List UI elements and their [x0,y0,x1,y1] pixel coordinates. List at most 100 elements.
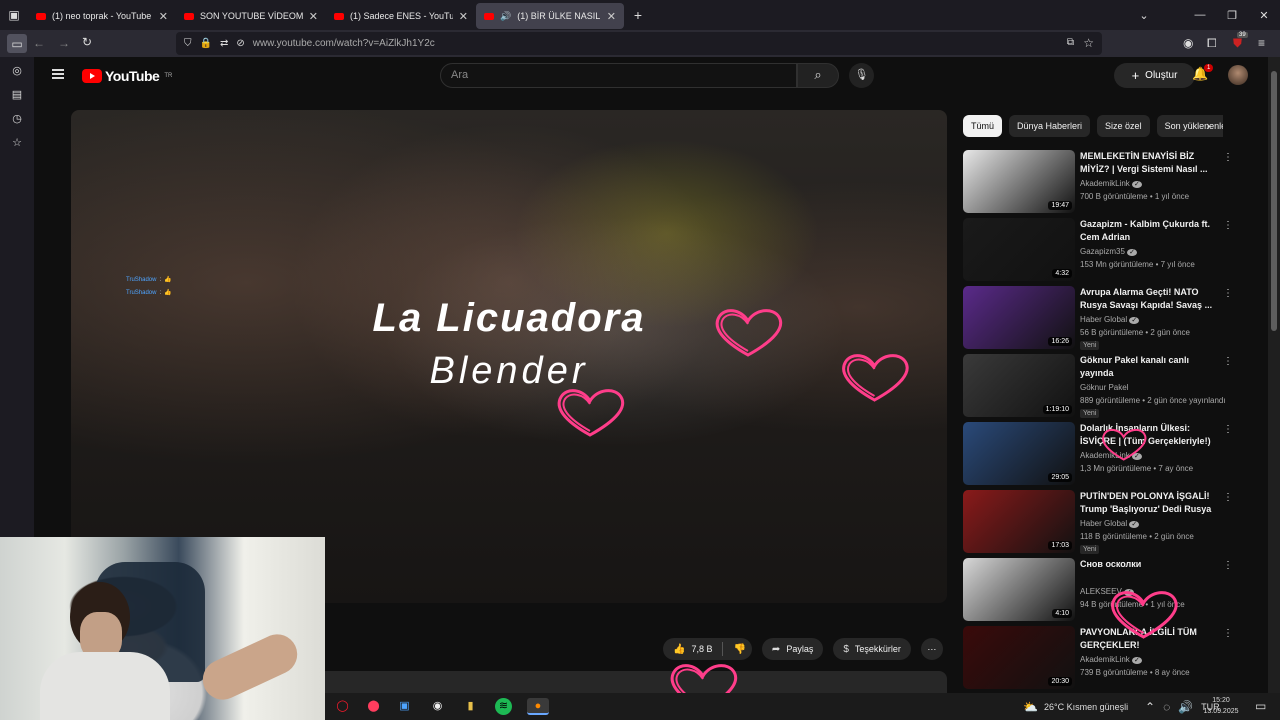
recommendation-card[interactable]: 4:10 Снов осколки ALEKSEEV ✓ 94 B görüntüle… [963,558,1233,621]
chip-recent[interactable]: Son yüklenenler [1156,115,1223,137]
thumbs-down-icon[interactable]: 👎 [733,644,745,655]
ai-chatbot-icon[interactable]: ◎ [7,63,27,77]
more-vertical-icon[interactable]: ⋮ [1223,628,1233,639]
channel-name[interactable]: Gazapizm35 ✓ [1080,247,1138,256]
reload-icon[interactable]: ↻ [82,35,92,49]
more-vertical-icon[interactable]: ⋮ [1223,424,1233,435]
video-thumbnail[interactable]: 4:10 [963,558,1075,621]
forward-icon[interactable]: → [58,36,70,50]
url-bar[interactable]: ⛉ 🔒 ⇄ ⊘ www.youtube.com/watch?v=AiZlkJh1… [176,32,1102,55]
guide-menu-icon[interactable] [52,69,64,79]
search-input[interactable]: Ara [440,63,797,88]
more-vertical-icon[interactable]: ⋮ [1223,288,1233,299]
window-app-icon[interactable]: ▣ [396,698,413,715]
browser-tab[interactable]: (1) Sadece ENES - YouTube ✕ [326,3,476,29]
bookmarks-icon[interactable]: ☆ [7,135,27,149]
permissions-icon[interactable]: ⇄ [220,38,228,49]
video-title[interactable]: MEMLEKETİN ENAYİSİ BİZ MİYİZ? | Vergi Si… [1080,150,1220,176]
recommendation-card[interactable]: 20:30 PAVYONLARLA İLGİLİ TÜM GERÇEKLER! Ak… [963,626,1233,689]
chip-for-you[interactable]: Size özel [1097,115,1150,137]
video-thumbnail[interactable]: 17:03 [963,490,1075,553]
firefox-icon[interactable]: ● [527,698,549,715]
account-icon[interactable]: ◉ [1183,36,1193,50]
autoplay-blocked-icon[interactable]: ⊘ [236,38,244,49]
thumbs-up-icon[interactable]: 👍 [673,644,685,655]
create-button[interactable]: + Oluştur [1114,63,1195,88]
recommendation-card[interactable]: 29:05 Dolarlık İnsanların Ülkesi: İSVİÇRE… [963,422,1233,485]
bookmark-star-icon[interactable]: ☆ [1083,36,1094,50]
list-all-tabs-icon[interactable]: ⌄ [1128,9,1160,22]
channel-name[interactable]: Göknur Pakel [1080,383,1128,392]
weather-icon[interactable]: ⛅ [1023,700,1038,714]
recommendation-card[interactable]: 17:03 PUTİN'DEN POLONYA İŞGALİ! Trump 'Ba… [963,490,1233,554]
close-tab-icon[interactable]: ✕ [607,10,616,23]
video-thumbnail[interactable]: 20:30 [963,626,1075,689]
video-thumbnail[interactable]: 29:05 [963,422,1075,485]
channel-name[interactable]: AkademikLink ✓ [1080,179,1142,188]
spotify-icon[interactable]: ≋ [495,698,512,715]
back-icon[interactable]: ← [33,36,45,50]
video-thumbnail[interactable]: 1:19:10 [963,354,1075,417]
taskbar-clock[interactable]: 15:20 13.09.2025 [1200,695,1242,717]
opera-icon[interactable]: ◯ [334,698,351,715]
more-vertical-icon[interactable]: ⋮ [1223,152,1233,163]
video-title[interactable]: PUTİN'DEN POLONYA İŞGALİ! Trump 'Başlıyo… [1080,490,1220,516]
maps-pin-icon[interactable]: ⬤ [365,698,382,715]
share-button[interactable]: ➦ Paylaş [761,638,824,660]
restore-icon[interactable]: ❐ [1216,9,1248,22]
more-vertical-icon[interactable]: ⋮ [1223,220,1233,231]
video-title[interactable]: Gazapizm - Kalbim Çukurda ft. Cem Adrian [1080,218,1220,244]
recommendation-card[interactable]: 4:32 Gazapizm - Kalbim Çukurda ft. Cem Ad… [963,218,1233,281]
channel-name[interactable]: Haber Global ✓ [1080,519,1140,528]
more-vertical-icon[interactable]: ⋮ [1223,356,1233,367]
browser-tab-active[interactable]: 🔊 (1) BİR ÜLKE NASIL BATAR? ✕ [476,3,624,29]
ublock-icon[interactable]: ⛊ [1233,36,1242,51]
network-icon[interactable]: ◌ [1163,700,1170,714]
history-icon[interactable]: ◷ [7,111,27,125]
file-app-icon[interactable]: ▮ [462,698,479,715]
video-title[interactable]: Göknur Pakel kanalı canlı yayında [1080,354,1220,380]
volume-icon[interactable]: 🔊 [1178,700,1193,714]
browser-tab[interactable]: (1) neo toprak - YouTube ✕ [28,3,176,29]
chevron-up-icon[interactable]: ⌃ [1145,700,1155,714]
video-player[interactable]: TruShadow: 👍 TruShadow: 👍 La Licuadora B… [71,110,947,603]
close-tab-icon[interactable]: ✕ [459,10,468,23]
recommendation-card[interactable]: 16:26 Avrupa Alarma Geçti! NATO Rusya Sav… [963,286,1233,350]
obs-icon[interactable]: ◉ [429,698,446,715]
recommendation-card[interactable]: 1:19:10 Göknur Pakel kanalı canlı yayında… [963,354,1233,418]
minimize-icon[interactable]: — [1184,9,1216,21]
video-title[interactable]: Снов осколки [1080,558,1220,571]
tracking-shield-icon[interactable]: ⛉ [184,38,192,49]
picture-in-picture-icon[interactable]: ⧉ [1067,37,1074,48]
synced-tabs-icon[interactable]: ▤ [7,87,27,101]
extensions-icon[interactable]: ⧠ [1207,36,1217,51]
avatar[interactable] [1228,65,1248,85]
scrollbar-thumb[interactable] [1271,71,1277,331]
weather-text[interactable]: 26°C Kısmen güneşli [1044,702,1128,712]
lock-icon[interactable]: 🔒 [200,38,212,49]
page-scrollbar[interactable] [1268,57,1280,720]
speaker-icon[interactable]: 🔊 [500,11,511,22]
channel-name[interactable]: Haber Global ✓ [1080,315,1140,324]
video-thumbnail[interactable]: 19:47 [963,150,1075,213]
more-actions-button[interactable]: ⋯ [920,638,943,660]
like-dislike-button[interactable]: 👍 7,8 B 👎 [663,638,752,660]
thanks-button[interactable]: $ Teşekkürler [833,638,911,660]
video-thumbnail[interactable]: 16:26 [963,286,1075,349]
video-thumbnail[interactable]: 4:32 [963,218,1075,281]
new-tab-icon[interactable]: + [624,7,652,23]
search-button[interactable]: ⌕ [797,63,839,88]
close-tab-icon[interactable]: ✕ [309,10,318,23]
voice-search-button[interactable]: 🎙 [849,63,874,88]
chevron-right-icon[interactable]: › [1206,118,1210,133]
chip-all[interactable]: Tümü [963,115,1003,137]
chip-world-news[interactable]: Dünya Haberleri [1009,115,1091,137]
recommendation-card[interactable]: 19:47 MEMLEKETİN ENAYİSİ BİZ MİYİZ? | Ver… [963,150,1233,213]
video-title[interactable]: Avrupa Alarma Geçti! NATO Rusya Savaşı K… [1080,286,1220,312]
notification-center-icon[interactable]: ▭ [1255,699,1266,713]
close-tab-icon[interactable]: ✕ [159,10,168,23]
close-window-icon[interactable]: ✕ [1248,9,1280,22]
browser-tab[interactable]: SON YOUTUBE VİDEOM - YouTube ✕ [176,3,326,29]
tab-overview-icon[interactable]: ▣ [0,8,28,22]
sidebar-toggle-icon[interactable]: ▭ [7,34,27,53]
